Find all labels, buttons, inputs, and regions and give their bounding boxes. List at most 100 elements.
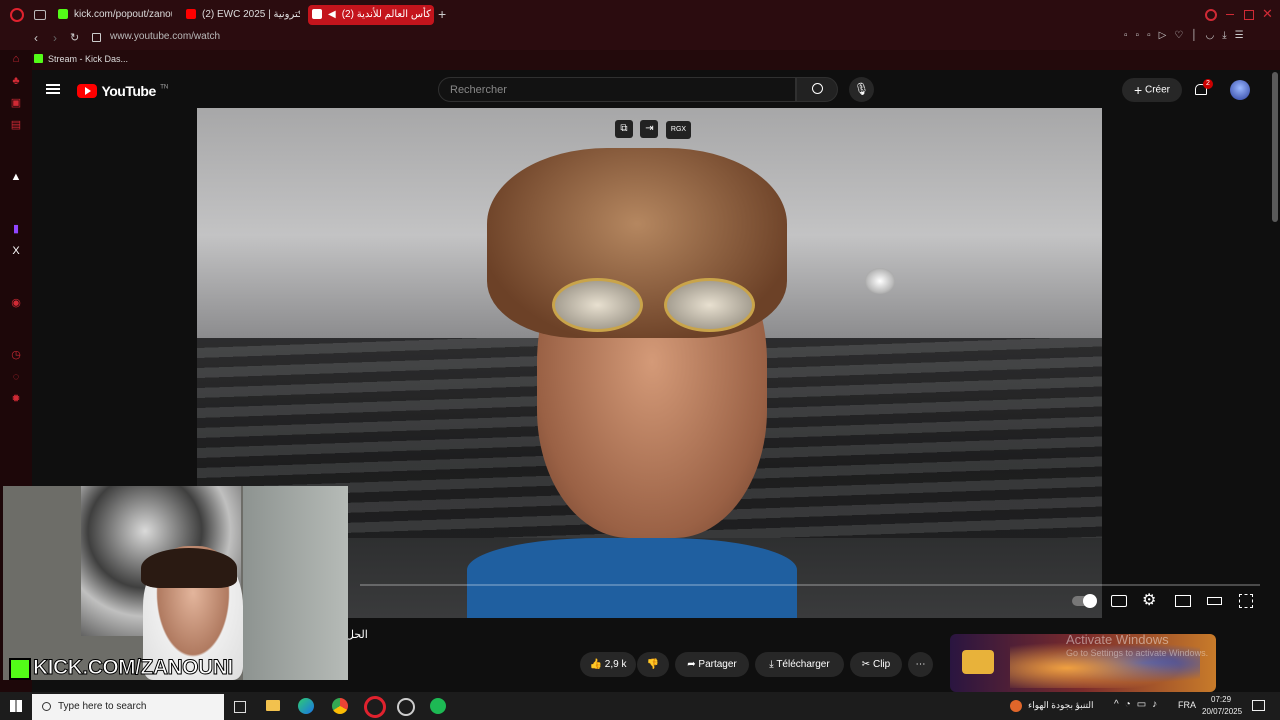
theater-mode-icon[interactable] xyxy=(1207,597,1222,605)
like-button[interactable]: 👍 2,9 k xyxy=(580,652,636,677)
aria-icon[interactable]: ▲ xyxy=(10,171,22,183)
notification-center-icon[interactable] xyxy=(1252,700,1265,711)
youtube-icon xyxy=(312,9,322,20)
tab-club-world-cup[interactable]: ◀ (2) كأس العالم للأندية - · xyxy=(308,5,434,25)
history-icon[interactable]: ◷ xyxy=(10,349,22,361)
clock-time[interactable]: 07:29 xyxy=(1211,695,1231,704)
windows-watermark-sub: Go to Settings to activate Windows. xyxy=(1066,648,1209,658)
clock-date[interactable]: 20/07/2025 xyxy=(1202,707,1242,716)
microphone-icon: 🎙 xyxy=(853,82,870,96)
bookmarks-bar: Stream - Kick Das... xyxy=(0,50,1280,70)
avatar[interactable] xyxy=(1230,80,1250,100)
ad-game-logo xyxy=(962,650,994,674)
opera-taskbar-icon[interactable] xyxy=(364,696,386,718)
maximize-button[interactable] xyxy=(1244,10,1254,20)
minimize-button[interactable] xyxy=(1226,14,1234,15)
share-label: Partager xyxy=(698,659,737,670)
tab-manager-icon[interactable] xyxy=(34,10,46,20)
voice-search-button[interactable]: 🎙 xyxy=(849,77,874,102)
lock-icon xyxy=(92,33,101,42)
autoplay-toggle[interactable] xyxy=(1072,594,1097,608)
like-count: 2,9 k xyxy=(604,659,627,670)
weather-icon xyxy=(1010,700,1022,712)
notification-badge: 2 xyxy=(1203,79,1213,89)
page-scrollbar[interactable] xyxy=(1272,72,1278,222)
search-icon xyxy=(42,702,51,711)
address-bar: ‹ › ↻ www.youtube.com/watch ▫▫▫▷♡│◡⤓☰ xyxy=(0,30,1280,50)
tab-bar: kick.com/popout/zanouni (2) EWC 2025 | ا… xyxy=(0,0,1280,30)
windows-watermark-title: Activate Windows xyxy=(1066,632,1169,647)
region-code: TN xyxy=(160,84,169,91)
kick-icon xyxy=(58,9,68,20)
create-label: Créer xyxy=(1144,84,1170,96)
windows-start-icon[interactable] xyxy=(10,700,22,712)
dislike-button[interactable]: 👎 xyxy=(637,652,669,677)
video-overlay-buttons: ⧉ ⇥ RGX xyxy=(615,118,692,139)
scissors-icon: ✂ xyxy=(861,659,871,670)
x-icon[interactable]: X xyxy=(10,245,22,257)
twitch-icon[interactable]: ▮ xyxy=(10,223,22,235)
plus-icon: + xyxy=(1134,82,1143,98)
tab-kick[interactable]: kick.com/popout/zanouni xyxy=(54,5,172,25)
chrome-icon[interactable] xyxy=(332,698,348,714)
more-actions-button[interactable]: ⋯ xyxy=(908,652,933,677)
video-title: الحل xyxy=(346,629,368,641)
url-field[interactable]: www.youtube.com/watch xyxy=(110,31,220,42)
settings-gear-icon[interactable]: ⚙ xyxy=(1142,590,1156,610)
notifications-button[interactable]: 2 xyxy=(1194,79,1213,96)
speaker-icon[interactable]: ◀ xyxy=(328,9,336,20)
news-icon[interactable]: ▤ xyxy=(10,119,22,131)
opera-logo-icon[interactable] xyxy=(10,8,24,22)
hamburger-menu-icon[interactable] xyxy=(46,84,60,94)
bookmark-stream-kick[interactable]: Stream - Kick Das... xyxy=(48,54,128,64)
miniplayer-icon[interactable] xyxy=(1175,595,1191,607)
toolbar-icons[interactable]: ▫▫▫▷♡│◡⤓☰ xyxy=(1124,30,1252,41)
reload-icon[interactable]: ↻ xyxy=(70,31,79,44)
streamer-hair xyxy=(141,548,237,588)
search-input[interactable]: Rechercher xyxy=(438,77,796,102)
tab-ewc[interactable]: (2) EWC 2025 | الإلكترونية xyxy=(182,5,300,25)
taskbar-search-placeholder: Type here to search xyxy=(58,701,147,712)
close-button[interactable]: ✕ xyxy=(1262,6,1273,22)
kick-icon xyxy=(34,54,43,63)
games-icon[interactable]: ♣ xyxy=(10,75,22,87)
ceiling-light xyxy=(865,268,895,294)
sunglasses xyxy=(552,278,755,332)
new-tab-button[interactable]: + xyxy=(438,6,446,22)
settings-icon[interactable]: ✹ xyxy=(10,393,22,405)
tray-icons[interactable]: ^◔▭♪ xyxy=(1114,699,1163,710)
thumbs-up-icon: 👍 xyxy=(589,659,602,670)
clip-button[interactable]: ✂ Clip xyxy=(850,652,902,677)
popout-icon[interactable]: ⇥ xyxy=(640,120,659,138)
spotify-icon[interactable] xyxy=(430,698,446,714)
youtube-logo-text: YouTube xyxy=(101,82,156,99)
player-icon[interactable]: ◉ xyxy=(10,297,22,309)
search-tabs-icon[interactable] xyxy=(1205,9,1217,21)
rgx-button[interactable]: RGX xyxy=(665,121,692,139)
progress-bar[interactable] xyxy=(360,584,1260,586)
subtitles-icon[interactable] xyxy=(1111,595,1127,607)
create-button[interactable]: + Créer xyxy=(1122,78,1182,102)
pinboard-icon[interactable]: ◌ xyxy=(10,371,22,383)
language-indicator[interactable]: FRA xyxy=(1178,700,1196,710)
fullscreen-icon[interactable] xyxy=(1239,594,1253,608)
back-icon[interactable]: ‹ xyxy=(34,31,38,45)
home-icon[interactable]: ⌂ xyxy=(10,53,22,65)
edge-icon[interactable] xyxy=(298,698,314,714)
download-button[interactable]: ⤓ Télécharger xyxy=(755,652,844,677)
weather-text[interactable]: التنبؤ بجودة الهواء xyxy=(1028,700,1094,711)
tab-club-label: (2) كأس العالم للأندية - · xyxy=(341,9,434,20)
task-view-icon[interactable] xyxy=(234,701,246,713)
messenger-icon[interactable]: ▣ xyxy=(10,97,22,109)
copy-icon[interactable]: ⧉ xyxy=(615,120,633,138)
download-icon: ⤓ xyxy=(769,659,774,670)
search-button[interactable] xyxy=(796,77,838,102)
search-icon xyxy=(811,83,823,94)
taskbar-search[interactable]: Type here to search xyxy=(32,694,224,720)
clip-label: Clip xyxy=(872,659,891,670)
file-explorer-icon[interactable] xyxy=(266,700,280,711)
share-button[interactable]: ➦ Partager xyxy=(675,652,749,677)
forward-icon[interactable]: › xyxy=(53,31,57,45)
opera-gx-icon[interactable] xyxy=(397,698,415,716)
youtube-logo[interactable]: YouTube TN xyxy=(77,82,169,99)
